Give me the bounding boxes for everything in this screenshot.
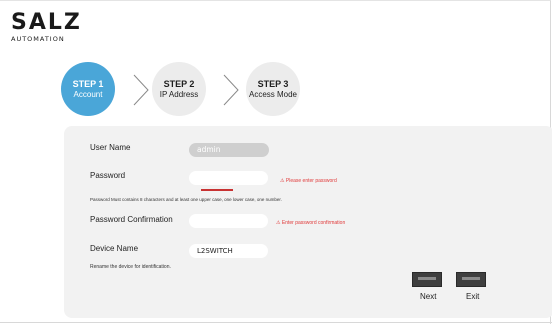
next-button-label[interactable]: Next: [420, 292, 436, 301]
username-field: admin: [189, 143, 269, 157]
chevron-right-icon: [223, 74, 239, 106]
device-name-label: Device Name: [90, 244, 139, 253]
confirm-password-error: ⚠ Enter password confirmation: [276, 220, 346, 226]
username-label: User Name: [90, 143, 131, 152]
device-name-hint: Rename the device for identification.: [90, 264, 171, 270]
step-label: Access Mode: [248, 89, 298, 99]
exit-button-label[interactable]: Exit: [466, 292, 479, 301]
password-input[interactable]: [189, 171, 268, 185]
step-number: STEP 3: [257, 78, 289, 89]
step-label: IP Address: [159, 89, 199, 99]
chevron-right-icon: [133, 74, 149, 106]
device-name-input[interactable]: L2SWITCH: [189, 244, 268, 258]
button-bar-icon: [418, 277, 436, 280]
next-button[interactable]: [412, 272, 442, 287]
password-hint: Password Must contains 8 characters and …: [90, 197, 282, 202]
bottom-divider: [0, 322, 552, 323]
brand-subtitle: AUTOMATION: [11, 35, 65, 43]
step-number: STEP 2: [163, 78, 195, 89]
step-account[interactable]: STEP 1 Account: [61, 62, 115, 116]
step-number: STEP 1: [72, 78, 104, 89]
button-bar-icon: [462, 277, 480, 280]
exit-button[interactable]: [456, 272, 486, 287]
step-ip-address[interactable]: STEP 2 IP Address: [152, 62, 206, 116]
step-label: Account: [73, 89, 103, 99]
brand-logo: SALZ AUTOMATION: [11, 10, 82, 44]
confirm-password-input[interactable]: [189, 214, 268, 228]
password-error: ⚠ Please enter password: [280, 178, 337, 184]
password-label: Password: [90, 171, 126, 180]
confirm-password-label: Password Confirmation: [90, 215, 173, 224]
step-access-mode[interactable]: STEP 3 Access Mode: [246, 62, 300, 116]
password-strength-bar: [201, 189, 233, 191]
brand-name: SALZ: [11, 10, 82, 35]
